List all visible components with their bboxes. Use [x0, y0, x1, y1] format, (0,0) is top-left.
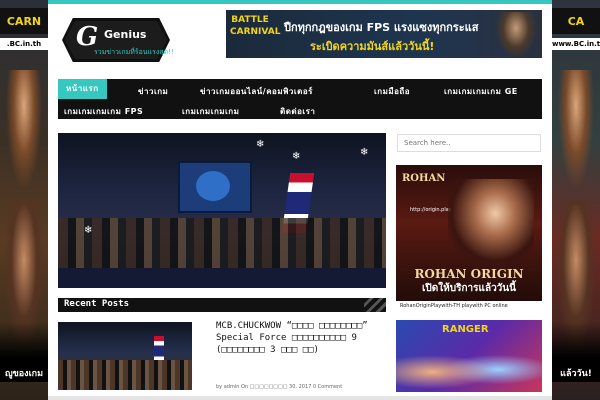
- site-logo[interactable]: G Genius รวมข่าวเกมที่ร้อนแรงสุด!!: [62, 18, 174, 62]
- sparkle-icon: ❄: [360, 147, 369, 158]
- nav-item-game-news[interactable]: ข่าวเกม: [138, 85, 168, 98]
- right-skin-ad[interactable]: CA www.BC.in.th แล้ววัน!: [552, 0, 600, 400]
- nav-item-online-games[interactable]: ข่าวเกมออนไลน์/คอมพิวเตอร์: [200, 85, 313, 98]
- rohan-ad-logo: ROHAN: [402, 173, 446, 184]
- nav-item-ge[interactable]: เกมเกมเกมเกม GE: [444, 85, 518, 98]
- post-meta: by admin On □□□□□□□□ 30, 2017 0 Comment: [216, 384, 343, 390]
- banner-character: [496, 12, 536, 58]
- top-accent-stripe: [48, 0, 552, 4]
- recent-posts-title: Recent Posts: [64, 299, 130, 309]
- stage-screen-emblem: [196, 171, 230, 201]
- rohan-ad-title: ROHAN ORIGIN: [414, 267, 524, 281]
- stage-screen: [178, 161, 252, 213]
- sparkle-icon: ❄: [292, 151, 301, 162]
- right-skin-brand: CA: [552, 8, 600, 34]
- rohan-ad-character: [448, 179, 534, 265]
- featured-slider[interactable]: ❄ ❄ ❄ ❄: [58, 133, 386, 288]
- bottom-divider: [48, 396, 552, 400]
- game-ad[interactable]: RANGER: [396, 320, 542, 392]
- stripe-decoration: [364, 298, 386, 312]
- left-skin-url: .BC.in.th: [0, 38, 48, 50]
- main-page: G Genius รวมข่าวเกมที่ร้อนแรงสุด!! BATTL…: [48, 0, 552, 400]
- left-skin-brand: CARN: [0, 8, 48, 34]
- nav-item-home[interactable]: หน้าแรก: [58, 79, 107, 99]
- recent-posts-header: Recent Posts: [58, 298, 386, 312]
- thumbnail-crowd: [58, 360, 192, 390]
- game-ad-logo: RANGER: [442, 324, 489, 335]
- logo-tagline: รวมข่าวเกมที่ร้อนแรงสุด!!: [94, 48, 174, 56]
- game-ad-characters: [396, 342, 542, 392]
- main-nav: หน้าแรก ข่าวเกม ข่าวเกมออนไลน์/คอมพิวเตอ…: [58, 79, 542, 119]
- rohan-ad-footer: RohanOriginPlaywith-TH playwith PC onlin…: [396, 301, 542, 311]
- sparkle-icon: ❄: [84, 225, 93, 236]
- stage-floor: [58, 268, 386, 288]
- logo-text: Genius: [104, 28, 147, 41]
- right-skin-slogan: แล้ววัน!: [560, 369, 592, 379]
- left-skin-ad[interactable]: CARN .BC.in.th ญูของเกม: [0, 0, 48, 400]
- right-skin-url: www.BC.in.th: [552, 38, 600, 50]
- post-thumbnail[interactable]: [58, 322, 192, 390]
- search-input[interactable]: [397, 134, 541, 152]
- right-skin-character: [558, 70, 594, 190]
- sparkle-icon: ❄: [256, 139, 265, 150]
- nav-item-contact[interactable]: ติดต่อเรา: [280, 105, 315, 118]
- banner-subline: ระเบิดความมันส์แล้ววันนี้!: [310, 40, 435, 53]
- rohan-ad-slogan: เปิดให้บริการแล้ววันนี้: [422, 283, 516, 294]
- rohan-origin-ad[interactable]: ROHAN http://origin.playwith.in.th ROHAN…: [396, 165, 542, 311]
- left-skin-character: [6, 70, 42, 190]
- nav-item-fps[interactable]: เกมเกมเกมเกม FPS: [64, 105, 143, 118]
- nav-item-games[interactable]: เกมเกมเกมเกม: [182, 105, 239, 118]
- banner-brand-logo: BATTLE CARNIVAL: [230, 15, 281, 37]
- left-skin-slogan: ญูของเกม: [4, 369, 44, 379]
- post-title-link[interactable]: MCB.CHUCKWOW “□□□□ □□□□□□□□” Special For…: [216, 320, 382, 356]
- nav-item-mobile-games[interactable]: เกมมือถือ: [374, 85, 410, 98]
- banner-headline: ปืกทุกกฎของเกม FPS แรงแซงทุกกระแส: [284, 21, 479, 34]
- header-banner-ad[interactable]: BATTLE CARNIVAL ปืกทุกกฎของเกม FPS แรงแซ…: [226, 10, 542, 58]
